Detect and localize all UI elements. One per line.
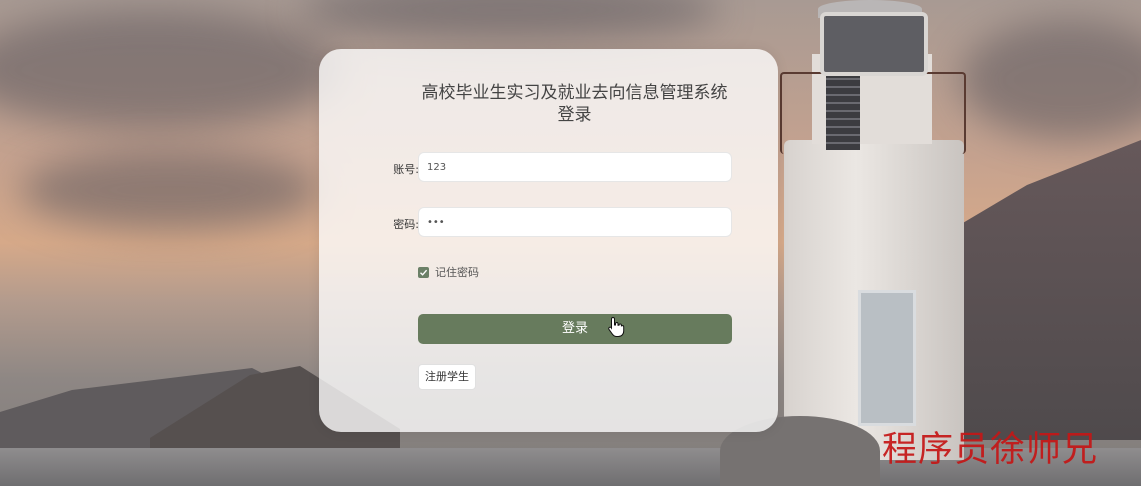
bg-cloud: [960, 20, 1141, 140]
hand-cursor-icon: [608, 316, 625, 337]
register-student-button[interactable]: 注册学生: [418, 364, 476, 390]
bg-cloud: [0, 10, 340, 130]
lighthouse-lamp: [820, 12, 928, 76]
bg-cloud: [300, 0, 720, 40]
check-icon: [420, 269, 428, 276]
system-title: 高校毕业生实习及就业去向信息管理系统: [421, 83, 728, 103]
login-page: 高校毕业生实习及就业去向信息管理系统 登录 账号: 123 密码: ••• 记住…: [0, 0, 1141, 486]
lighthouse-railing: [780, 72, 966, 154]
bg-cloud: [20, 150, 320, 230]
remember-password-checkbox[interactable]: [418, 266, 429, 278]
remember-password-row[interactable]: 记住密码: [418, 265, 479, 279]
login-button[interactable]: 登录: [418, 314, 732, 344]
watermark-text: 程序员徐师兄: [882, 430, 1099, 470]
account-label: 账号:: [393, 163, 419, 176]
bg-hill: [951, 140, 1141, 440]
login-heading: 登录: [557, 105, 592, 125]
password-input[interactable]: •••: [418, 207, 732, 237]
account-input[interactable]: 123: [418, 152, 732, 182]
lighthouse-door: [858, 290, 916, 426]
login-card: 高校毕业生实习及就业去向信息管理系统 登录 账号: 123 密码: ••• 记住…: [319, 49, 778, 432]
remember-password-label: 记住密码: [435, 266, 479, 279]
password-label: 密码:: [393, 218, 419, 231]
